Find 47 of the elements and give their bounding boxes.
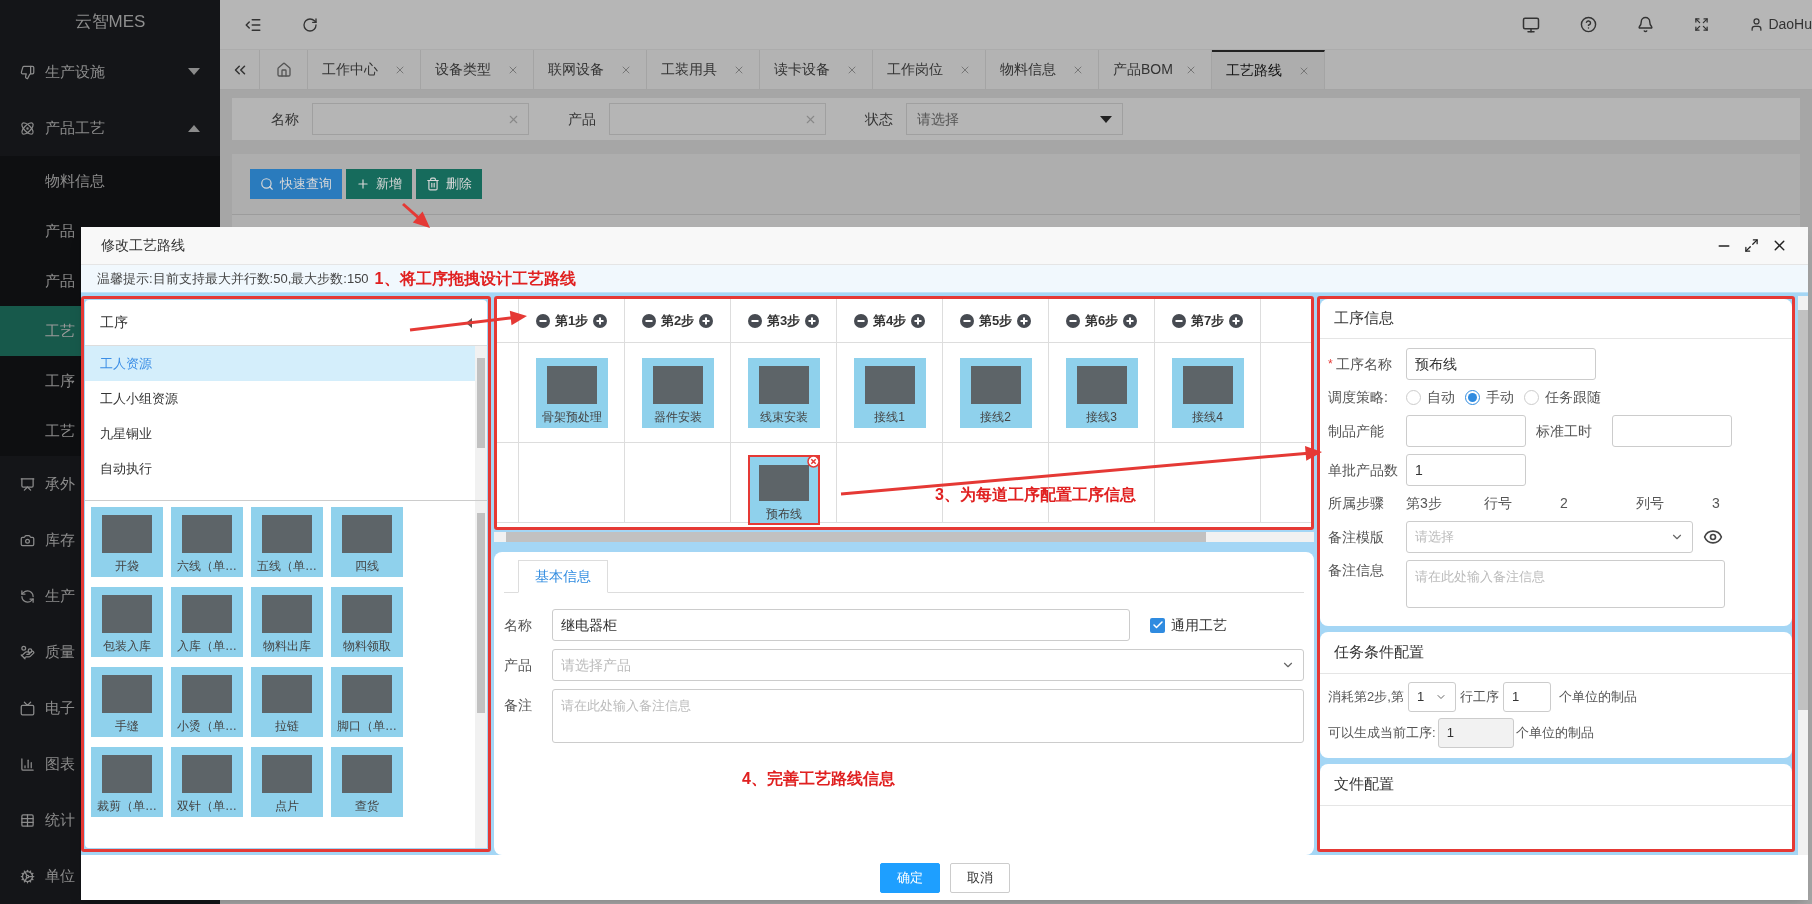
field-label: 行号	[1484, 494, 1514, 513]
radio-label: 任务跟随	[1545, 388, 1602, 407]
checkbox-label: 通用工艺	[1171, 615, 1227, 635]
radio-label: 自动	[1427, 388, 1456, 407]
hint-text: 温馨提示:目前支持最大并行数:50,最大步数:150	[97, 269, 369, 288]
step-label: 第1步	[554, 311, 589, 330]
field-label: 消耗第2步,第	[1328, 688, 1404, 707]
output-quantity-field: 1	[1437, 718, 1514, 748]
field-label: 个单位的制品	[1515, 724, 1594, 743]
required-mark: *	[1328, 356, 1333, 373]
field-label: 制品产能	[1328, 421, 1386, 441]
field-label: 备注信息	[1328, 561, 1386, 580]
field-label: 所属步骤	[1328, 494, 1386, 513]
step-label: 第6步	[1084, 311, 1119, 330]
app-title: 云智MES	[74, 11, 146, 34]
field-label: 个单位的制品	[1558, 688, 1637, 707]
field-label: 标准工时	[1536, 421, 1594, 441]
row-value: 2	[1560, 494, 1569, 513]
field-label: 备注	[504, 696, 533, 715]
filter-label: 状态	[864, 109, 894, 129]
field-label: 名称	[504, 615, 533, 635]
annotation-text: 1、将工序拖拽设计工艺路线	[374, 268, 576, 289]
step-label: 第4步	[872, 311, 907, 330]
panel-title: 工序	[100, 313, 128, 332]
field-label: 备注模版	[1328, 527, 1386, 547]
annotation-text: 4、完善工艺路线信息	[742, 769, 895, 789]
field-label: 单批产品数	[1328, 460, 1400, 480]
step-label: 第5步	[978, 311, 1013, 330]
radio-label: 手动	[1486, 388, 1515, 407]
step-label: 第3步	[766, 311, 801, 330]
step-label: 第7步	[1190, 311, 1225, 330]
step-value: 第3步	[1406, 494, 1443, 513]
field-label: 可以生成当前工序:	[1328, 724, 1436, 743]
annotation-text: 3、为每道工序配置工序信息	[935, 485, 1136, 505]
dialog-title: 修改工艺路线	[101, 236, 185, 255]
filter-label: 产品	[567, 109, 597, 129]
section-title: 任务条件配置	[1334, 642, 1425, 663]
filter-label: 名称	[270, 109, 300, 129]
field-label: 行工序	[1459, 688, 1499, 707]
step-label: 第2步	[660, 311, 695, 330]
section-title: 工序信息	[1334, 308, 1395, 329]
field-label: 工序名称	[1335, 354, 1392, 374]
section-title: 文件配置	[1334, 774, 1395, 795]
field-label: 产品	[504, 655, 533, 675]
field-label: 列号	[1636, 494, 1666, 513]
field-label: 调度策略:	[1328, 388, 1389, 407]
column-value: 3	[1712, 494, 1720, 513]
